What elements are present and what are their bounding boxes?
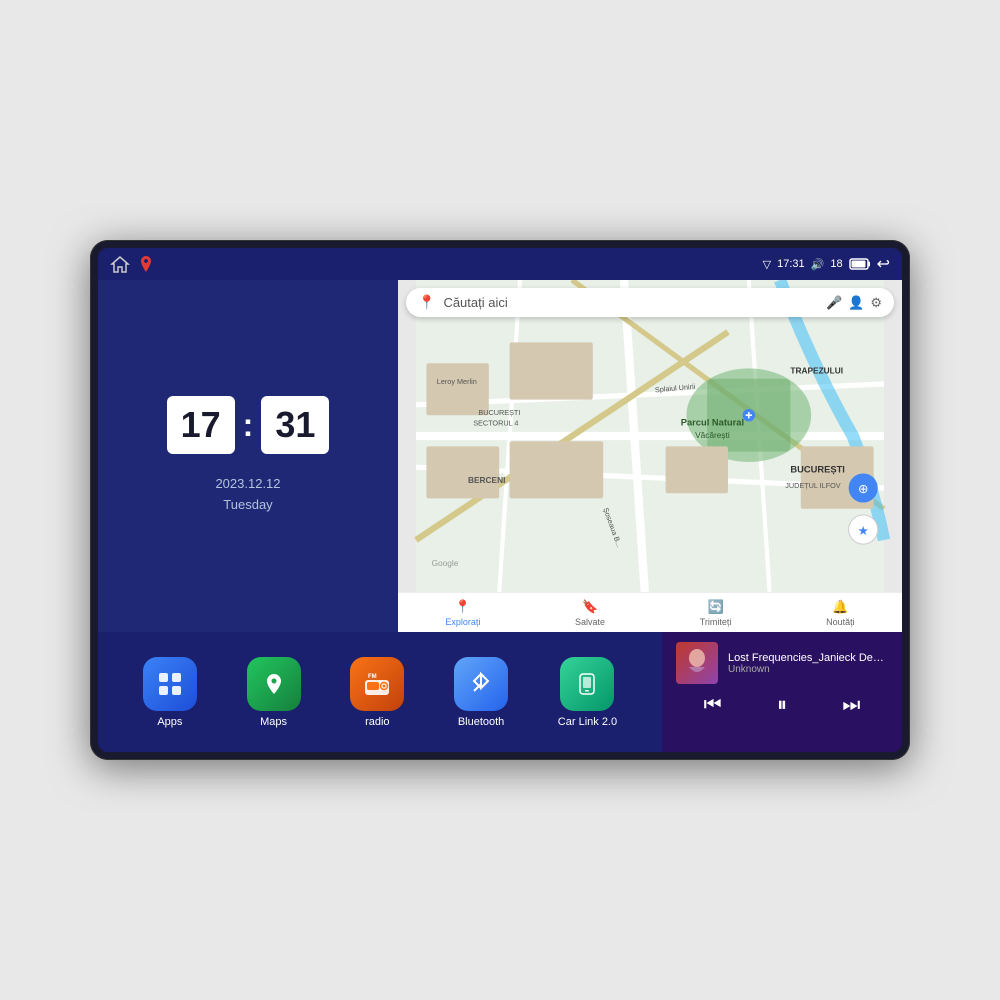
music-artist: Unknown (728, 664, 888, 675)
music-details: Lost Frequencies_Janieck Devy-... Unknow… (728, 652, 888, 675)
explore-label: Explorați (445, 617, 480, 627)
saved-label: Salvate (575, 617, 605, 627)
svg-text:Google: Google (432, 558, 459, 568)
clock-minutes: 31 (261, 396, 329, 454)
clock-widget: 17 : 31 2023.12.12 Tuesday (98, 280, 398, 632)
next-button[interactable]: ⏭ (842, 694, 860, 717)
status-bar: ▽ 17:31 🔊 18 ↩ (98, 248, 902, 280)
avatar-icon[interactable]: 👤 (848, 295, 864, 311)
map-search-icons: 🎤 👤 ⚙ (826, 295, 882, 311)
svg-text:FM: FM (368, 674, 377, 680)
music-title: Lost Frequencies_Janieck Devy-... (728, 652, 888, 664)
status-right: ▽ 17:31 🔊 18 ↩ (763, 254, 890, 274)
share-icon: 🔄 (708, 599, 724, 615)
bluetooth-icon-bg (454, 657, 508, 711)
svg-text:Leroy Merlin: Leroy Merlin (437, 377, 477, 386)
home-icon[interactable] (110, 255, 130, 273)
svg-text:⊕: ⊕ (858, 482, 868, 496)
svg-text:BUCUREȘTI: BUCUREȘTI (478, 408, 520, 417)
clock-hours: 17 (167, 396, 235, 454)
map-bottom-bar: 📍 Explorați 🔖 Salvate 🔄 Trimiteți � (398, 592, 902, 632)
news-label: Noutăți (826, 617, 855, 627)
news-icon: 🔔 (832, 599, 848, 615)
car-infotainment-device: ▽ 17:31 🔊 18 ↩ (90, 240, 910, 760)
bluetooth-label: Bluetooth (458, 716, 504, 728)
bottom-section: Apps Maps (98, 632, 902, 752)
share-label: Trimiteți (700, 617, 732, 627)
clock-colon: : (243, 407, 254, 444)
maps-icon-bg (247, 657, 301, 711)
play-pause-button[interactable]: ⏸ (777, 694, 787, 717)
svg-text:BUCUREȘTI: BUCUREȘTI (790, 464, 845, 474)
explore-icon: 📍 (455, 599, 471, 615)
carlink-icon-bg (560, 657, 614, 711)
app-icon-bluetooth[interactable]: Bluetooth (454, 657, 508, 728)
svg-text:★: ★ (858, 524, 869, 538)
svg-text:Văcărești: Văcărești (695, 430, 730, 440)
radio-label: radio (365, 716, 389, 728)
maps-label: Maps (260, 716, 287, 728)
svg-text:JUDEȚUL ILFOV: JUDEȚUL ILFOV (785, 481, 841, 490)
apps-icon-bg (143, 657, 197, 711)
apps-label: Apps (157, 716, 182, 728)
map-logo: 📍 (418, 294, 435, 311)
music-controls: ⏮ ⏸ ⏭ (676, 694, 888, 717)
device-screen: ▽ 17:31 🔊 18 ↩ (98, 248, 902, 752)
svg-text:BERCENI: BERCENI (468, 475, 505, 485)
music-player: Lost Frequencies_Janieck Devy-... Unknow… (662, 632, 902, 752)
svg-text:TRAPEZULUI: TRAPEZULUI (790, 366, 843, 376)
music-thumbnail (676, 642, 718, 684)
radio-icon-bg: FM (350, 657, 404, 711)
carlink-label: Car Link 2.0 (558, 716, 617, 728)
signal-strength: 18 (830, 258, 842, 270)
settings-map-icon[interactable]: ⚙ (870, 295, 882, 311)
battery-icon (849, 258, 871, 270)
gps-icon: ▽ (763, 258, 771, 271)
location-icon[interactable] (138, 255, 154, 273)
mic-icon[interactable]: 🎤 (826, 295, 842, 311)
map-search-text[interactable]: Căutați aici (443, 295, 818, 310)
map-background: Parcul Natural Văcărești TRAPEZULUI BUCU… (398, 280, 902, 592)
map-nav-saved[interactable]: 🔖 Salvate (575, 599, 605, 627)
svg-text:SECTORUL 4: SECTORUL 4 (473, 419, 518, 428)
map-nav-explore[interactable]: 📍 Explorați (445, 599, 480, 627)
map-widget[interactable]: Parcul Natural Văcărești TRAPEZULUI BUCU… (398, 280, 902, 632)
clock-display: 17 : 31 (167, 396, 330, 454)
prev-button[interactable]: ⏮ (704, 694, 722, 717)
map-nav-share[interactable]: 🔄 Trimiteți (700, 599, 732, 627)
map-search-bar[interactable]: 📍 Căutați aici 🎤 👤 ⚙ (406, 288, 894, 317)
app-icon-carlink[interactable]: Car Link 2.0 (558, 657, 617, 728)
date-text: 2023.12.12 (215, 474, 280, 495)
status-left (110, 255, 154, 273)
clock-date: 2023.12.12 Tuesday (215, 474, 280, 516)
volume-icon[interactable]: 🔊 (811, 258, 825, 271)
back-icon[interactable]: ↩ (877, 254, 890, 274)
music-info: Lost Frequencies_Janieck Devy-... Unknow… (676, 642, 888, 684)
saved-icon: 🔖 (582, 599, 598, 615)
app-icon-radio[interactable]: FM radio (350, 657, 404, 728)
main-content: 17 : 31 2023.12.12 Tuesday (98, 280, 902, 752)
map-nav-news[interactable]: 🔔 Noutăți (826, 599, 855, 627)
app-icon-maps[interactable]: Maps (247, 657, 301, 728)
top-section: 17 : 31 2023.12.12 Tuesday (98, 280, 902, 632)
app-icon-apps[interactable]: Apps (143, 657, 197, 728)
svg-text:Parcul Natural: Parcul Natural (681, 418, 744, 428)
time-display: 17:31 (777, 258, 805, 270)
day-text: Tuesday (215, 495, 280, 516)
apps-section: Apps Maps (98, 632, 662, 752)
